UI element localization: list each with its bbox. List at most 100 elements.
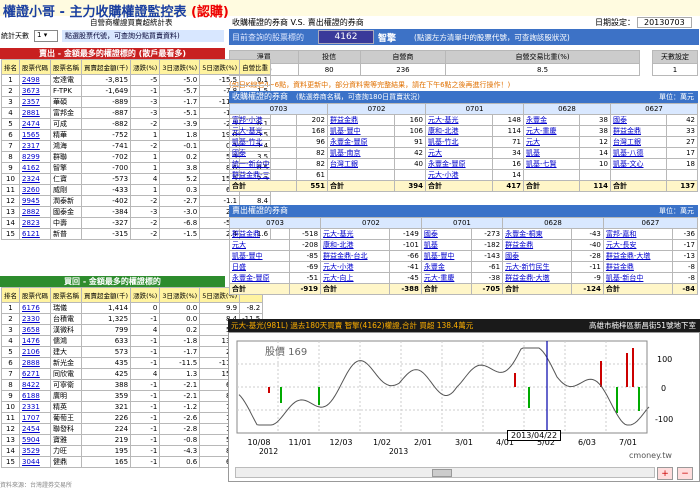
stock-code-link[interactable]: 2474 [19,117,51,130]
chart-scrollbar[interactable] [235,467,655,478]
broker-name-link[interactable]: 凱基-七賢 [522,157,581,170]
broker-name-link[interactable]: 元大-小港 [424,168,494,181]
broker-name-link[interactable]: 凱基-竹北 [424,135,494,148]
broker-name-link[interactable]: 永豐金 [420,260,472,273]
broker-name-link[interactable]: 日盛 [229,260,290,273]
stat-days-select[interactable]: 1 ▾ [34,30,58,42]
stock-code-link[interactable]: 2454 [19,423,51,435]
stock-code-link[interactable]: 1476 [19,335,51,347]
broker-name-link[interactable]: 群益金鼎-大墩 [602,249,674,262]
scroll-thumb[interactable] [432,469,452,477]
broker-name-link[interactable] [522,168,581,181]
stock-code-link[interactable]: 6188 [19,390,51,402]
price-chart[interactable]: 10/08 11/01 12/03 1/02 2/01 3/01 4/01 5/02 6/03 7… [228,332,700,482]
broker-name-link[interactable]: 永豐金-豐原 [229,271,290,284]
broker-name-link[interactable] [326,168,396,181]
broker-name-link[interactable]: 群益金鼎 [609,124,667,137]
broker-name-link[interactable]: 凱基-豐中 [326,124,396,137]
broker-name-link[interactable]: 永豐金-豐原 [326,135,396,148]
stock-code-link[interactable]: 2324 [19,172,51,185]
broker-name-link[interactable]: 康和-北港 [320,238,391,251]
broker-name-link[interactable]: 台灣工銀 [609,135,667,148]
stock-code-link[interactable]: 3260 [19,183,51,196]
broker-amount: 33 [665,124,699,137]
broker-name-link[interactable]: 元大-重慶 [522,124,581,137]
stock-code-link[interactable]: 2888 [19,357,51,369]
stock-code-link[interactable]: 2498 [19,74,51,86]
broker-name-link[interactable]: 元大-基光 [320,227,391,240]
stock-code-link[interactable]: 2330 [19,313,51,325]
broker-name-link[interactable]: 群益金鼎-三 [228,168,298,181]
broker-name-link[interactable]: 凱基-八德 [609,146,667,159]
broker-name-link[interactable]: 統一-新台中 [228,157,298,170]
broker-name-link[interactable]: 元大 [229,238,290,251]
stock-code-link[interactable]: 6271 [19,368,51,380]
table-cell: -1 [130,313,161,325]
broker-name-link[interactable]: 群益金鼎 [502,238,573,251]
stock-code-link[interactable]: 2331 [19,401,51,413]
broker-name-link[interactable]: 群益金鼎-台北 [320,249,391,262]
broker-name-link[interactable]: 凱基-豐中 [229,249,290,262]
broker-name-link[interactable]: 元大-重慶 [420,271,472,284]
stock-code-link[interactable]: 3658 [19,324,51,336]
broker-name-link[interactable]: 國泰 [228,146,298,159]
broker-name-link[interactable]: 凱基-竹北 [228,135,298,148]
stock-code-link[interactable]: 8299 [19,150,51,163]
date-input[interactable]: 20130703 [637,17,692,28]
days-setting-input[interactable]: 1 [652,63,698,76]
table-cell: -889 [80,95,132,108]
stock-code-link[interactable]: 2317 [19,139,51,152]
zoom-in-icon[interactable]: + [657,467,673,480]
broker-name-link[interactable]: 富邦-小港 [228,113,298,126]
broker-name-link[interactable]: 凱基 [420,238,472,251]
broker-name-link[interactable]: 元大-長安 [602,238,674,251]
broker-name-link[interactable]: 國泰 [420,227,472,240]
broker-name-link[interactable]: 國泰 [609,113,667,126]
stock-code-link[interactable]: 3673 [19,85,51,97]
stock-code-link[interactable]: 1565 [19,128,51,141]
broker-name-link[interactable]: 凱基-新台中 [602,271,674,284]
broker-name-link[interactable] [609,168,667,181]
broker-name-link[interactable]: 凱基-文心 [609,157,667,170]
stock-code-link[interactable]: 2823 [19,216,51,229]
broker-name-link[interactable]: 永豐金-豐原 [424,157,494,170]
broker-name-link[interactable]: 富邦-嘉和 [602,227,674,240]
broker-name-link[interactable]: 群益金鼎 [229,227,290,240]
stock-code-link[interactable]: 3044 [19,456,51,468]
broker-name-link[interactable]: 元大-新竹民生 [502,260,573,273]
stock-code-link[interactable]: 2882 [19,205,51,218]
stock-code-link[interactable]: 6176 [19,302,51,314]
broker-amount: -66 [389,249,422,262]
broker-name-link[interactable]: 凱基-豐中 [420,249,472,262]
broker-name-link[interactable]: 群益金鼎 [326,113,396,126]
stock-code-link[interactable]: 2106 [19,346,51,358]
broker-name-link[interactable]: 元大 [424,146,494,159]
broker-name-link[interactable]: 永豐金 [522,113,581,126]
broker-name-link[interactable]: 康和-北港 [424,124,494,137]
stock-code-link[interactable]: 1707 [19,412,51,424]
broker-name-link[interactable]: 永豐金-桐東 [502,227,573,240]
stock-code-link[interactable]: 3529 [19,445,51,457]
broker-name-link[interactable]: 元大-基光 [228,124,298,137]
broker-name-link[interactable]: 凱基 [522,146,581,159]
stock-code-link[interactable]: 2881 [19,106,51,119]
broker-name-link[interactable]: 台灣工銀 [326,157,396,170]
stock-code-input[interactable]: 4162 [318,30,374,44]
stock-code-link[interactable]: 5904 [19,434,51,446]
broker-name-link[interactable]: 元大-基光 [424,113,494,126]
stock-code-link[interactable]: 8422 [19,379,51,391]
broker-name-link[interactable]: 群益金鼎 [602,260,674,273]
stock-code-link[interactable]: 4162 [19,161,51,174]
stock-code-link[interactable]: 6121 [19,227,51,240]
watermark: cmoney.tw [629,451,672,460]
broker-name-link[interactable]: 元大-向上 [320,271,391,284]
broker-name-link[interactable]: 凱基-南京 [326,146,396,159]
table-row: 111707葡萄王226-1-2.61.9-9.4 [1,412,264,424]
broker-name-link[interactable]: 群益金鼎-大墩 [502,271,573,284]
broker-name-link[interactable]: 元大-小港 [320,260,391,273]
broker-name-link[interactable]: 元大 [522,135,581,148]
zoom-out-icon[interactable]: − [677,467,693,480]
stock-code-link[interactable]: 2357 [19,95,51,108]
stock-code-link[interactable]: 9945 [19,194,51,207]
broker-name-link[interactable]: 國泰 [502,249,573,262]
